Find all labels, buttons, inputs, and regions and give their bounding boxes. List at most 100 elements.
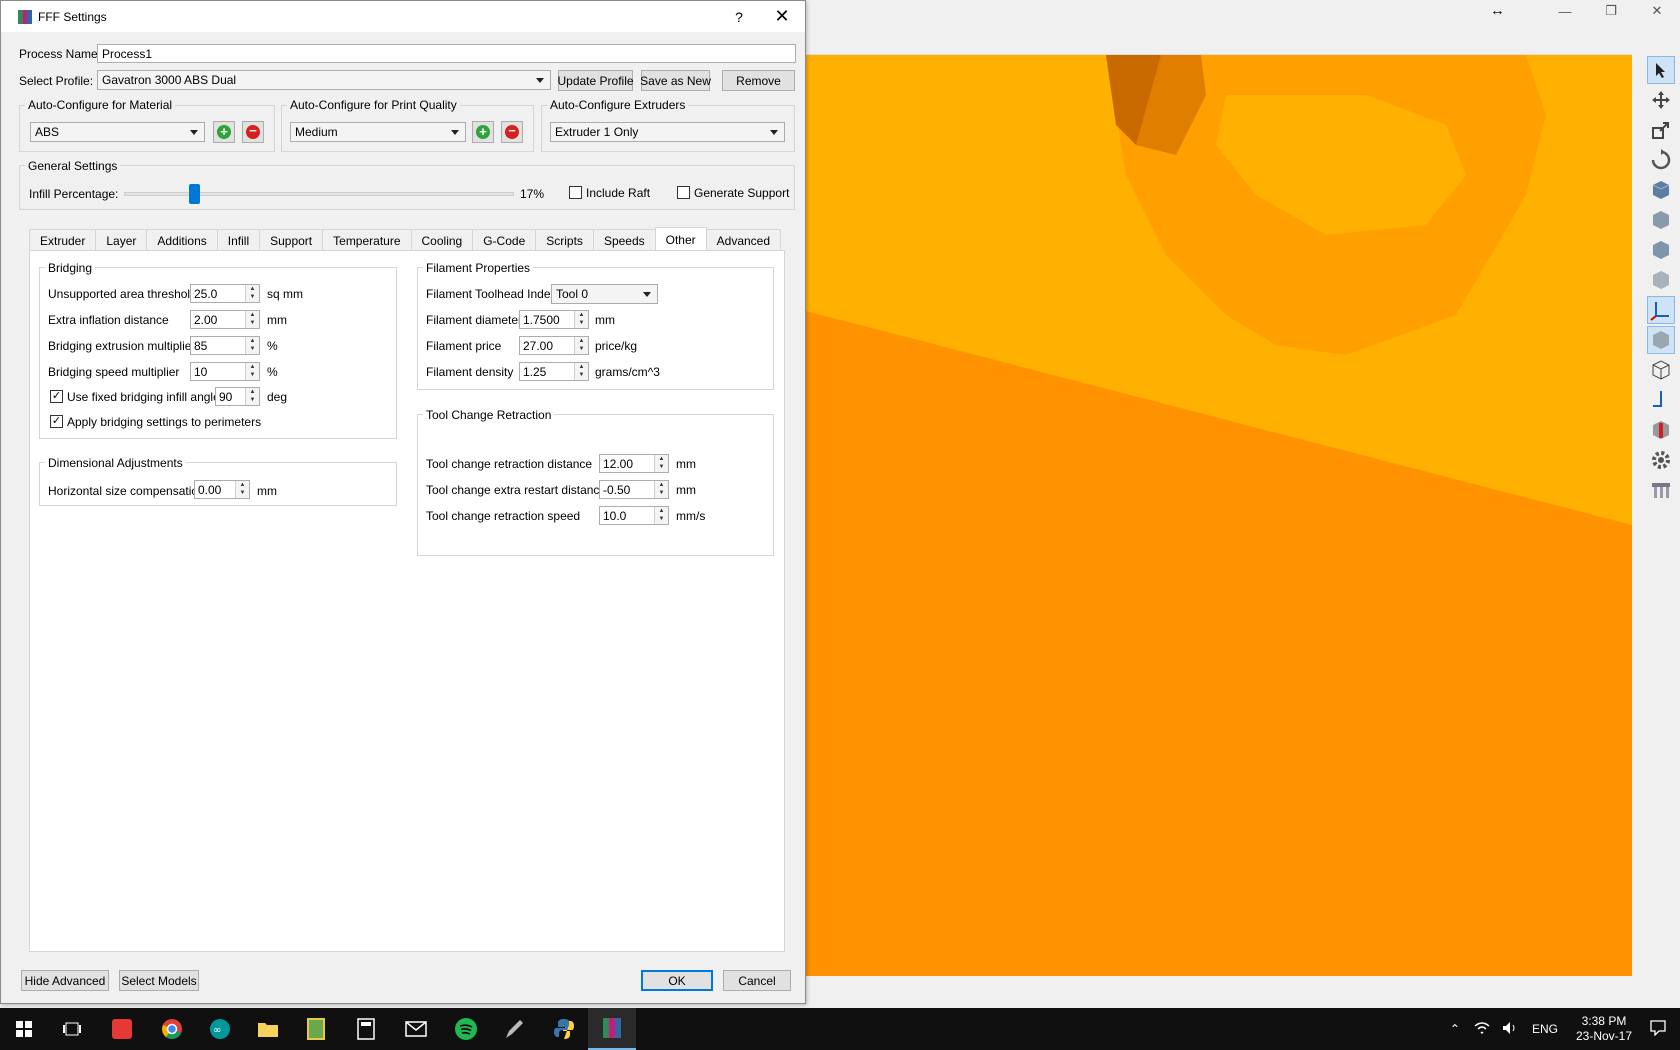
axes-icon[interactable]	[1647, 296, 1675, 324]
tab-advanced[interactable]: Advanced	[705, 229, 782, 251]
filament-density-spinbox[interactable]: 1.25 ▲ ▼	[519, 362, 589, 381]
spin-arrows-icon[interactable]: ▲ ▼	[574, 311, 588, 328]
material-select[interactable]: ABS	[30, 122, 205, 142]
spin-arrows-icon[interactable]: ▲ ▼	[235, 481, 249, 498]
language-indicator[interactable]: ENG	[1524, 1022, 1566, 1036]
arduino-icon[interactable]: ∞	[196, 1008, 244, 1050]
bridging-extrusion-spinbox[interactable]: 85 ▲ ▼	[190, 336, 260, 355]
spin-arrows-icon[interactable]: ▲ ▼	[245, 363, 259, 380]
tab-extruder[interactable]: Extruder	[29, 229, 97, 251]
cross-section-icon[interactable]	[1647, 416, 1675, 444]
ok-button[interactable]: OK	[641, 970, 713, 991]
horizontal-compensation-unit: mm	[257, 484, 277, 498]
move-tool-icon[interactable]	[1647, 86, 1675, 114]
chevron-up-icon[interactable]: ⌃	[1442, 1022, 1468, 1036]
apply-perimeters-checkbox[interactable]: ✓	[50, 415, 63, 428]
chrome-icon[interactable]	[148, 1008, 196, 1050]
spin-arrows-icon[interactable]: ▲ ▼	[245, 311, 259, 328]
tab-additions[interactable]: Additions	[146, 229, 218, 251]
build-axis-icon[interactable]	[1647, 386, 1675, 414]
spin-arrows-icon[interactable]: ▲ ▼	[245, 285, 259, 302]
extruders-select[interactable]: Extruder 1 Only	[550, 122, 785, 142]
view-iso-icon[interactable]	[1647, 176, 1675, 204]
update-profile-button[interactable]: Update Profile	[557, 70, 634, 91]
process-name-input[interactable]: Process1	[97, 44, 796, 63]
task-view-icon[interactable]	[48, 1008, 96, 1050]
filament-price-spinbox[interactable]: 27.00 ▲ ▼	[519, 336, 589, 355]
wifi-icon[interactable]	[1468, 1021, 1496, 1038]
clock[interactable]: 3:38 PM 23-Nov-17	[1576, 1014, 1632, 1044]
spreadsheet-icon[interactable]	[292, 1008, 340, 1050]
tab-other[interactable]: Other	[654, 227, 707, 251]
generate-support-checkbox[interactable]	[677, 186, 690, 199]
toolhead-index-select[interactable]: Tool 0	[551, 284, 658, 304]
spin-arrows-icon[interactable]: ▲ ▼	[654, 481, 668, 498]
help-button[interactable]: ?	[719, 9, 759, 25]
profile-select[interactable]: Gavatron 3000 ABS Dual	[97, 70, 551, 90]
calculator-icon[interactable]	[342, 1008, 390, 1050]
notifications-icon[interactable]	[1642, 1019, 1680, 1039]
select-tool-icon[interactable]	[1647, 56, 1675, 84]
fixed-angle-checkbox[interactable]: ✓	[50, 390, 63, 403]
tab-speeds[interactable]: Speeds	[592, 229, 656, 251]
spin-arrows-icon[interactable]: ▲ ▼	[654, 455, 668, 472]
restore-icon[interactable]: ❐	[1588, 0, 1634, 22]
spin-arrows-icon[interactable]: ▲ ▼	[574, 337, 588, 354]
unsupported-area-spinbox[interactable]: 25.0 ▲ ▼	[190, 284, 260, 303]
remove-profile-button[interactable]: Remove	[722, 70, 795, 91]
tab-scripts[interactable]: Scripts	[535, 229, 594, 251]
volume-icon[interactable]	[1496, 1021, 1524, 1038]
windows-start-icon[interactable]	[0, 1008, 48, 1050]
tab-g-code[interactable]: G-Code	[472, 229, 537, 251]
wireframe-icon[interactable]	[1647, 356, 1675, 384]
add-material-button[interactable]: +	[213, 121, 235, 143]
spin-arrows-icon[interactable]: ▲ ▼	[654, 507, 668, 524]
quality-select[interactable]: Medium	[290, 122, 466, 142]
remove-material-button[interactable]: −	[242, 121, 264, 143]
tab-infill[interactable]: Infill	[216, 229, 261, 251]
pen-icon[interactable]	[490, 1008, 538, 1050]
scale-tool-icon[interactable]	[1647, 116, 1675, 144]
cancel-button[interactable]: Cancel	[723, 970, 791, 991]
close-window-icon[interactable]: ✕	[1634, 0, 1680, 22]
spin-arrows-icon[interactable]: ▲ ▼	[245, 337, 259, 354]
minimize-icon[interactable]: —	[1542, 0, 1588, 22]
toolchange-speed-spinbox[interactable]: 10.0 ▲ ▼	[599, 506, 669, 525]
remove-quality-button[interactable]: −	[501, 121, 523, 143]
simplify3d-icon[interactable]	[588, 1008, 636, 1050]
include-raft-checkbox[interactable]	[569, 186, 582, 199]
toolchange-distance-spinbox[interactable]: 12.00 ▲ ▼	[599, 454, 669, 473]
select-models-button[interactable]: Select Models	[119, 970, 199, 991]
3d-viewport[interactable]	[806, 54, 1632, 976]
file-explorer-icon[interactable]	[244, 1008, 292, 1050]
settings-gear-icon[interactable]	[1647, 446, 1675, 474]
view-side-icon[interactable]	[1647, 236, 1675, 264]
python-icon[interactable]	[540, 1008, 588, 1050]
spin-arrows-icon[interactable]: ▲ ▼	[574, 363, 588, 380]
tab-support[interactable]: Support	[259, 229, 324, 251]
toolchange-restart-spinbox[interactable]: -0.50 ▲ ▼	[599, 480, 669, 499]
extra-inflation-spinbox[interactable]: 2.00 ▲ ▼	[190, 310, 260, 329]
view-front-icon[interactable]	[1647, 206, 1675, 234]
tab-cooling[interactable]: Cooling	[410, 229, 474, 251]
rotate-tool-icon[interactable]	[1647, 146, 1675, 174]
filament-diameter-spinbox[interactable]: 1.7500 ▲ ▼	[519, 310, 589, 329]
app-grid-icon[interactable]	[98, 1008, 146, 1050]
save-as-new-button[interactable]: Save as New	[640, 70, 711, 91]
infill-slider[interactable]	[124, 184, 514, 204]
tab-temperature[interactable]: Temperature	[322, 229, 412, 251]
view-top-icon[interactable]	[1647, 266, 1675, 294]
support-icon[interactable]	[1647, 476, 1675, 504]
spotify-icon[interactable]	[442, 1008, 490, 1050]
dialog-close-button[interactable]: ✕	[759, 6, 805, 27]
spin-arrows-icon[interactable]: ▲ ▼	[245, 388, 259, 405]
mail-icon[interactable]	[392, 1008, 440, 1050]
infill-slider-handle[interactable]	[189, 184, 200, 204]
tab-layer[interactable]: Layer	[95, 229, 148, 251]
hide-advanced-button[interactable]: Hide Advanced	[21, 970, 109, 991]
horizontal-compensation-spinbox[interactable]: 0.00 ▲ ▼	[194, 480, 250, 499]
solid-view-icon[interactable]	[1647, 326, 1675, 354]
bridging-speed-spinbox[interactable]: 10 ▲ ▼	[190, 362, 260, 381]
fixed-angle-spinbox[interactable]: 90 ▲ ▼	[215, 387, 260, 406]
add-quality-button[interactable]: +	[472, 121, 494, 143]
